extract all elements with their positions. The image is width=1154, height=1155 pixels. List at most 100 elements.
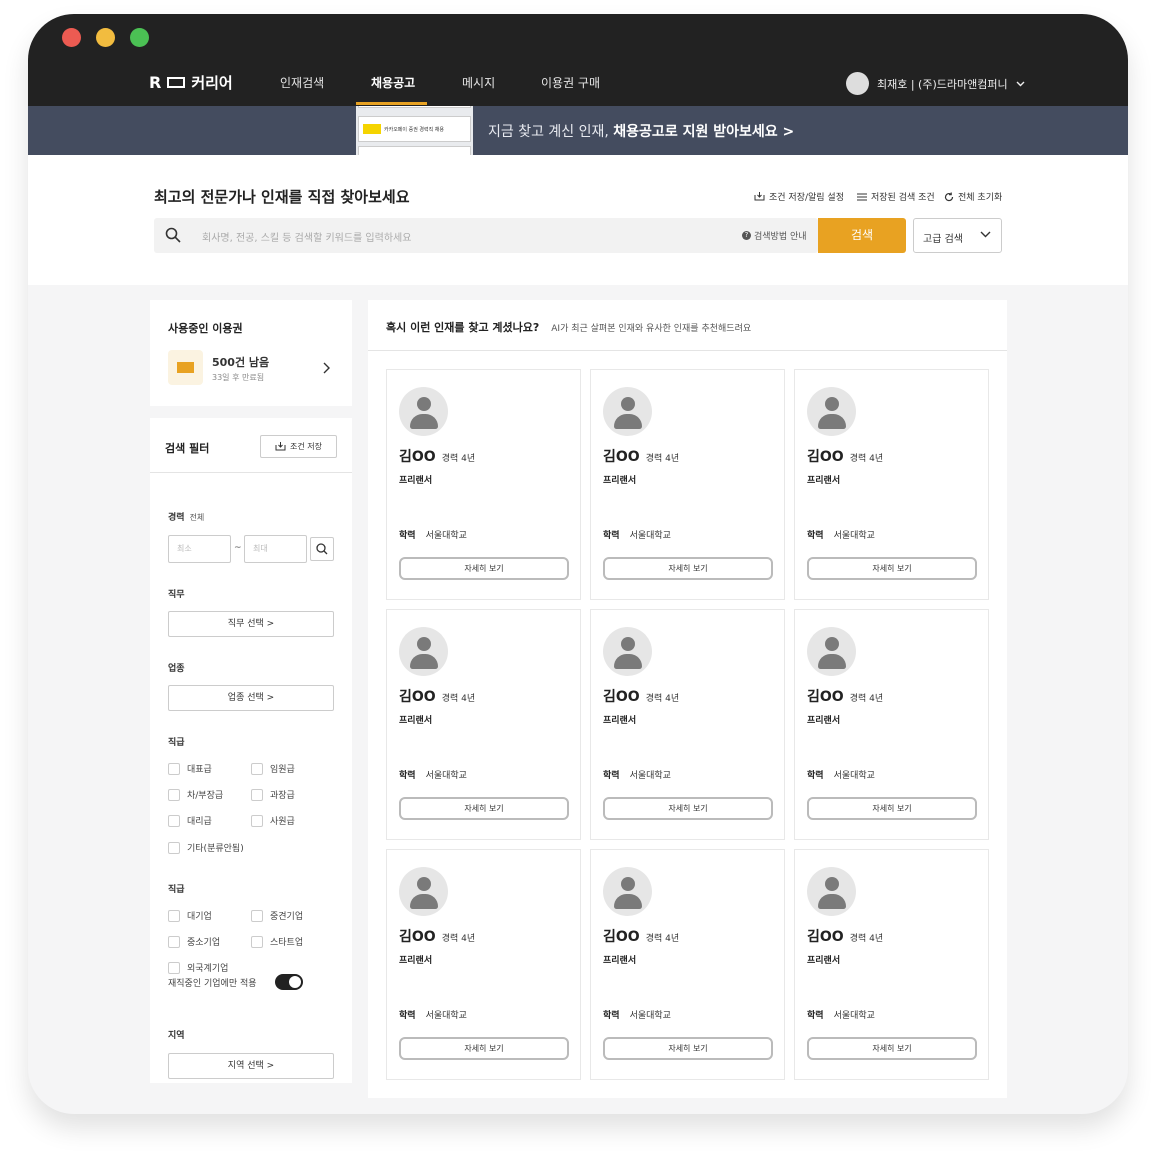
candidate-education: 학력 서울대학교: [807, 768, 875, 781]
candidate-name-row: 김OO 경력 4년: [399, 446, 475, 466]
app-window: R 커리어 인재검색 채용공고 메시지 이용권 구매 최재호 | (주)드라마앤…: [28, 14, 1128, 1114]
career-label-text: 경력: [168, 513, 185, 523]
person-body-icon: [410, 414, 438, 429]
view-details-button[interactable]: 자세히 보기: [807, 557, 977, 580]
candidate-name: 김OO: [807, 689, 844, 705]
save-condition-button[interactable]: 조건 저장: [260, 435, 337, 458]
banner-illustration: 카카오페이 증권 경력직 채용: [356, 106, 473, 155]
candidate-card[interactable]: 김OO 경력 4년 프리랜서 학력 서울대학교 자세히 보기: [590, 369, 785, 600]
divider: [368, 350, 1007, 351]
rank-checkbox[interactable]: 과장급: [251, 788, 295, 801]
checkbox-box: [251, 814, 263, 827]
view-details-button[interactable]: 자세히 보기: [807, 797, 977, 820]
nav-item-talent-search[interactable]: 인재검색: [280, 74, 324, 91]
company-size-checkbox[interactable]: 대기업: [168, 909, 212, 922]
checkbox-box: [168, 788, 180, 801]
job-select-button[interactable]: 직무 선택 >: [168, 611, 334, 637]
candidate-card[interactable]: 김OO 경력 4년 프리랜서 학력 서울대학교 자세히 보기: [386, 849, 581, 1080]
candidate-type: 프리랜서: [807, 716, 841, 726]
search-button[interactable]: 검색: [818, 218, 906, 253]
view-details-button[interactable]: 자세히 보기: [807, 1037, 977, 1060]
candidate-card[interactable]: 김OO 경력 4년 프리랜서 학력 서울대학교 자세히 보기: [590, 609, 785, 840]
view-details-button[interactable]: 자세히 보기: [603, 557, 773, 580]
saved-conditions-link[interactable]: 저장된 검색 조건: [857, 190, 935, 203]
education-label: 학력: [603, 771, 620, 781]
career-search-button[interactable]: [310, 537, 334, 561]
candidate-name: 김OO: [603, 689, 640, 705]
candidate-experience: 경력 4년: [849, 454, 884, 464]
window-chrome: R 커리어 인재검색 채용공고 메시지 이용권 구매 최재호 | (주)드라마앤…: [28, 14, 1128, 106]
search-filter-panel: 검색 필터 조건 저장 경력 전체 최소 ~ 최대 직무 직무 선택 > 업종 업…: [150, 418, 352, 1083]
toggle-knob: [289, 976, 301, 988]
rank-checkbox[interactable]: 대리급: [168, 814, 212, 827]
reset-all-label: 전체 초기화: [958, 193, 1003, 203]
user-menu[interactable]: 최재호 | (주)드라마앤컴퍼니: [846, 72, 1025, 95]
nav-item-messages[interactable]: 메시지: [462, 74, 495, 91]
chevron-right-icon[interactable]: [323, 362, 330, 374]
nav-item-job-posting[interactable]: 채용공고: [371, 74, 415, 91]
candidate-card[interactable]: 김OO 경력 4년 프리랜서 학력 서울대학교 자세히 보기: [794, 369, 989, 600]
candidate-education: 학력 서울대학교: [603, 768, 671, 781]
promo-banner[interactable]: 카카오페이 증권 경력직 채용 지금 찾고 계신 인재, 채용공고로 지원 받아…: [28, 106, 1128, 248]
minimize-window-button[interactable]: [96, 28, 115, 47]
candidate-education: 학력 서울대학교: [807, 1008, 875, 1021]
education-value: 서울대학교: [833, 531, 875, 541]
save-alert-label: 조건 저장/알림 설정: [769, 193, 844, 203]
rank-checkbox[interactable]: 사원급: [251, 814, 295, 827]
view-details-button[interactable]: 자세히 보기: [399, 557, 569, 580]
candidate-card[interactable]: 김OO 경력 4년 프리랜서 학력 서울대학교 자세히 보기: [590, 849, 785, 1080]
candidate-card[interactable]: 김OO 경력 4년 프리랜서 학력 서울대학교 자세히 보기: [386, 369, 581, 600]
view-details-button[interactable]: 자세히 보기: [603, 797, 773, 820]
nav-item-purchase-pass[interactable]: 이용권 구매: [541, 74, 600, 91]
candidate-name: 김OO: [399, 449, 436, 465]
company-size-checkbox[interactable]: 중소기업: [168, 935, 220, 948]
person-body-icon: [410, 654, 438, 669]
view-details-button[interactable]: 자세히 보기: [399, 1037, 569, 1060]
candidate-name-row: 김OO 경력 4년: [807, 446, 883, 466]
banner-text-lead: 지금 찾고 계신 인재,: [488, 124, 614, 140]
industry-select-button[interactable]: 업종 선택 >: [168, 685, 334, 711]
company-size-checkbox[interactable]: 스타트업: [251, 935, 303, 948]
advanced-search-label: 고급 검색: [923, 234, 963, 245]
candidate-education: 학력 서울대학교: [399, 1008, 467, 1021]
person-head-icon: [825, 877, 839, 891]
education-value: 서울대학교: [629, 1011, 671, 1021]
close-window-button[interactable]: [62, 28, 81, 47]
checkbox-label: 차/부장급: [187, 791, 224, 801]
education-value: 서울대학교: [629, 771, 671, 781]
rank-checkbox[interactable]: 임원급: [251, 762, 295, 775]
candidate-card[interactable]: 김OO 경력 4년 프리랜서 학력 서울대학교 자세히 보기: [794, 609, 989, 840]
candidate-experience: 경력 4년: [441, 934, 476, 944]
reset-all-link[interactable]: 전체 초기화: [944, 190, 1002, 203]
save-alert-link[interactable]: 조건 저장/알림 설정: [754, 190, 844, 203]
candidate-card[interactable]: 김OO 경력 4년 프리랜서 학력 서울대학교 자세히 보기: [386, 609, 581, 840]
refresh-icon: [944, 192, 954, 201]
view-details-button[interactable]: 자세히 보기: [603, 1037, 773, 1060]
rank-checkbox[interactable]: 차/부장급: [168, 788, 223, 801]
checkbox-box: [251, 762, 263, 775]
checkbox-label: 대리급: [187, 817, 212, 827]
rank-checkbox[interactable]: 기타(분류안됨): [168, 841, 244, 854]
rank-checkbox[interactable]: 대표급: [168, 762, 212, 775]
career-max-input[interactable]: 최대: [244, 535, 307, 563]
candidate-card[interactable]: 김OO 경력 4년 프리랜서 학력 서울대학교 자세히 보기: [794, 849, 989, 1080]
advanced-search-dropdown[interactable]: 고급 검색: [913, 218, 1002, 253]
company-size-checkbox[interactable]: 외국계기업: [168, 961, 228, 974]
region-select-button[interactable]: 지역 선택 >: [168, 1053, 334, 1079]
employed-only-toggle[interactable]: [275, 974, 303, 990]
kakaopay-logo-icon: [363, 124, 381, 134]
active-tab-indicator: [356, 102, 427, 105]
saved-conditions-label: 저장된 검색 조건: [871, 193, 935, 203]
logo-box-icon: [167, 77, 186, 88]
search-input[interactable]: 회사명, 전공, 스킬 등 검색할 키워드를 입력하세요 ? 검색방법 안내: [154, 218, 818, 253]
job-label: 직무: [168, 590, 185, 600]
divider: [150, 472, 352, 473]
company-size-checkbox[interactable]: 중견기업: [251, 909, 303, 922]
checkbox-box: [168, 814, 180, 827]
logo[interactable]: R 커리어: [149, 72, 233, 93]
chevron-down-icon: [1016, 81, 1025, 86]
career-min-input[interactable]: 최소: [168, 535, 231, 563]
view-details-button[interactable]: 자세히 보기: [399, 797, 569, 820]
search-help-link[interactable]: ? 검색방법 안내: [742, 229, 807, 242]
maximize-window-button[interactable]: [130, 28, 149, 47]
